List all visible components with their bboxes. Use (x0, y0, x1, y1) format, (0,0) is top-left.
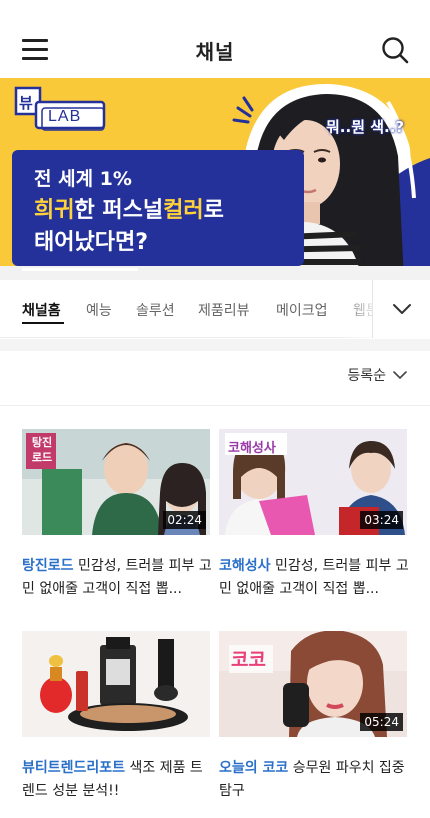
search-icon[interactable] (381, 36, 409, 64)
banner-progress-indicator (22, 268, 138, 271)
tabs-more-button[interactable] (372, 280, 430, 338)
video-badge: 코해성사 (228, 441, 276, 456)
video-thumbnail-image (22, 631, 210, 737)
video-duration: 03:24 (360, 511, 403, 529)
video-channel-prefix: 탕진로드 (22, 558, 74, 574)
tab-makeup[interactable]: 메이크업 (276, 300, 328, 320)
video-channel-prefix: 코해성사 (219, 558, 271, 574)
video-channel-prefix: 뷰티트렌드리포트 (22, 760, 126, 776)
video-thumbnail[interactable] (22, 631, 210, 737)
banner-line-2-end: 로 (203, 198, 224, 223)
page-title: 채널 (195, 40, 235, 64)
banner-logo-bottom: LAB (48, 108, 82, 125)
banner-speech-text: 뭐..뭔 색..? (326, 118, 405, 136)
video-title[interactable]: 코해성사 민감성, 트러블 피부 고민 없애줄 고객이 직접 뽑... (219, 555, 411, 601)
section-divider (0, 339, 430, 351)
video-thumbnail[interactable]: 탕진 로드 02:24 (22, 429, 210, 535)
chevron-down-icon (393, 371, 407, 380)
banner-line-2: 희귀한 퍼스널컬러로 (34, 192, 224, 224)
tab-channel-home[interactable]: 채널홈 (22, 300, 61, 320)
video-duration: 02:24 (163, 511, 206, 529)
video-title[interactable]: 오늘의 코코 승무원 파우치 집중탐구 (219, 757, 411, 803)
tab-solution[interactable]: 솔루션 (136, 300, 175, 320)
banner-line-3: 태어났다면? (34, 230, 148, 255)
sort-dropdown[interactable]: 등록순 (347, 365, 408, 385)
sort-bar: 등록순 (0, 351, 430, 406)
banner-highlight-2: 컬러 (163, 198, 204, 223)
chevron-down-icon (393, 304, 411, 314)
video-channel-prefix: 오늘의 코코 (219, 760, 289, 776)
featured-banner[interactable]: 뷰 LAB 전 세계 1% 희귀한 퍼스널컬러로 태어났다면? 뭐..뭔 색..… (0, 78, 430, 280)
banner-line-1: 전 세계 1% (34, 168, 132, 190)
app-header: 채널 (0, 0, 430, 78)
sort-label: 등록순 (347, 368, 386, 384)
video-thumbnail[interactable]: 코해성사 03:24 (219, 429, 407, 535)
video-badge: 코코 (231, 649, 266, 671)
category-tabs: 채널홈 예능 솔루션 제품리뷰 메이크업 웹툰 (0, 280, 430, 338)
tab-product-review[interactable]: 제품리뷰 (198, 300, 250, 320)
active-tab-indicator (22, 322, 64, 324)
banner-highlight-1: 희귀 (34, 198, 75, 223)
video-badge: 탕진 로드 (31, 436, 53, 464)
video-thumbnail[interactable]: 코코 05:24 (219, 631, 407, 737)
banner-logo-top: 뷰 (19, 94, 33, 112)
video-title[interactable]: 뷰티트렌드리포트 색조 제품 트렌드 성분 분석!! (22, 757, 214, 803)
banner-line-2-mid: 한 퍼스널 (74, 198, 164, 223)
video-duration: 05:24 (360, 713, 403, 731)
video-title[interactable]: 탕진로드 민감성, 트러블 피부 고민 없애줄 고객이 직접 뽑... (22, 555, 214, 601)
tab-variety[interactable]: 예능 (86, 300, 112, 320)
